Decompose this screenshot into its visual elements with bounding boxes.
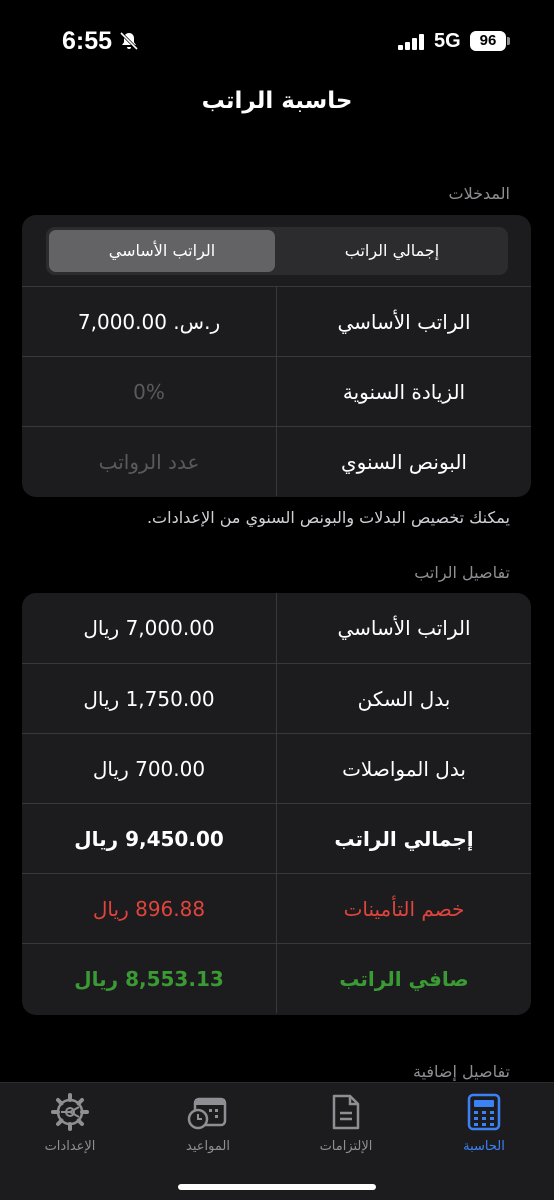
tab-appointments[interactable]: المواعيد: [148, 1093, 268, 1154]
tab-calculator[interactable]: الحاسبة: [424, 1093, 544, 1154]
details-section-label: تفاصيل الراتب: [414, 563, 510, 582]
calendar-clock-icon: [187, 1097, 227, 1130]
detail-label: خصم التأمينات: [343, 897, 465, 921]
battery-tip: [507, 37, 510, 45]
tab-label: الحاسبة: [463, 1139, 505, 1154]
input-row-annual-increase: الزيادة السنوية 0%: [22, 356, 531, 426]
segment-basic-salary[interactable]: الراتب الأساسي: [49, 230, 275, 272]
input-row-annual-bonus: البونص السنوي عدد الرواتب: [22, 426, 531, 496]
detail-value: 1,750.00 ريال: [83, 687, 215, 711]
detail-row-housing-allowance: بدل السكن 1,750.00 ريال: [22, 663, 531, 733]
extra-section-label: تفاصيل إضافية: [413, 1062, 510, 1081]
page-title: حاسبة الراتب: [201, 88, 353, 114]
detail-value: 8,553.13 ريال: [74, 967, 224, 991]
input-row-basic-salary: الراتب الأساسي ر.س. 7,000.00: [22, 286, 531, 356]
silent-bell-icon: [119, 31, 139, 51]
input-label: الزيادة السنوية: [342, 380, 466, 404]
gear-icon: [51, 1093, 89, 1131]
basic-salary-input[interactable]: ر.س. 7,000.00: [22, 287, 276, 357]
detail-value: 700.00 ريال: [92, 757, 206, 781]
home-indicator: [178, 1184, 376, 1190]
settings-note: يمكنك تخصيص البدلات والبونص السنوي من ال…: [146, 508, 510, 527]
tab-label: المواعيد: [186, 1139, 230, 1154]
battery-icon: 96: [470, 31, 506, 51]
detail-value: 7,000.00 ريال: [83, 616, 215, 640]
detail-row-gross-salary: إجمالي الراتب 9,450.00 ريال: [22, 803, 531, 873]
detail-row-basic-salary: الراتب الأساسي 7,000.00 ريال: [22, 593, 531, 663]
tab-settings[interactable]: الإعدادات: [10, 1093, 130, 1154]
calculator-icon: [467, 1093, 501, 1131]
salary-type-segmented-control: الراتب الأساسي إجمالي الراتب: [46, 227, 508, 275]
detail-row-net-salary: صافي الراتب 8,553.13 ريال: [22, 943, 531, 1013]
salary-details-card: الراتب الأساسي 7,000.00 ريال بدل السكن 1…: [22, 593, 531, 1015]
segment-gross-salary[interactable]: إجمالي الراتب: [279, 230, 505, 272]
signal-icon: [398, 34, 424, 50]
detail-label: بدل المواصلات: [342, 757, 466, 781]
tab-commitments[interactable]: الإلتزامات: [286, 1093, 406, 1154]
status-bar: 6:55 5G 96: [0, 0, 554, 84]
document-icon: [332, 1094, 360, 1130]
network-type: 5G: [434, 30, 461, 52]
status-time: 6:55: [62, 27, 113, 55]
tab-label: الإعدادات: [44, 1139, 96, 1154]
detail-label: إجمالي الراتب: [334, 827, 474, 851]
detail-label: بدل السكن: [357, 687, 451, 711]
input-label: البونص السنوي: [341, 450, 467, 474]
annual-bonus-input[interactable]: عدد الرواتب: [22, 427, 276, 497]
detail-label: صافي الراتب: [339, 967, 469, 991]
inputs-section-label: المدخلات: [448, 184, 510, 203]
detail-value: 896.88 ريال: [92, 897, 206, 921]
input-label: الراتب الأساسي: [337, 310, 471, 334]
detail-row-insurance-deduction: خصم التأمينات 896.88 ريال: [22, 873, 531, 943]
detail-label: الراتب الأساسي: [337, 616, 471, 640]
tab-bar: الحاسبة الإلتزامات المواعيد الإعدادات: [0, 1082, 554, 1200]
detail-row-transport-allowance: بدل المواصلات 700.00 ريال: [22, 733, 531, 803]
inputs-card: الراتب الأساسي إجمالي الراتب الراتب الأس…: [22, 215, 531, 497]
detail-value: 9,450.00 ريال: [74, 827, 224, 851]
tab-label: الإلتزامات: [319, 1139, 373, 1154]
annual-increase-input[interactable]: 0%: [22, 357, 276, 427]
